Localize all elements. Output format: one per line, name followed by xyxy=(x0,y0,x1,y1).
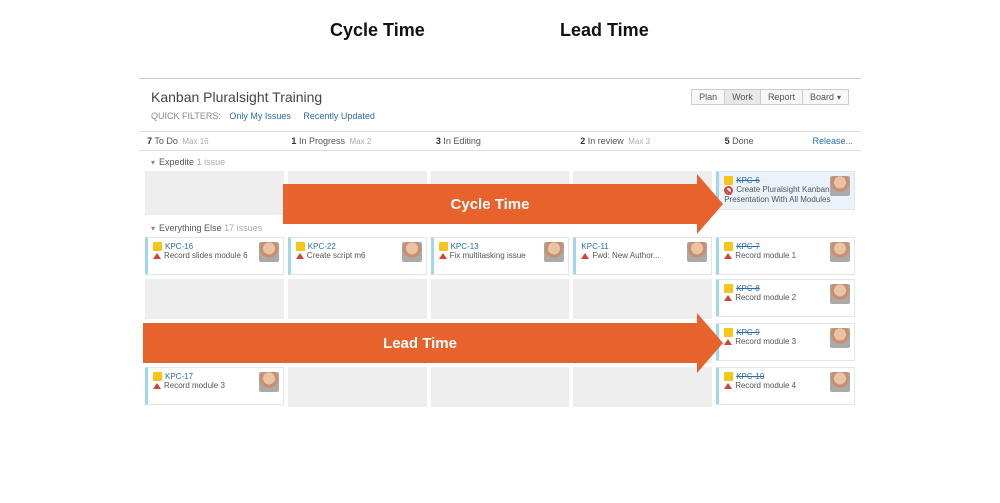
blocked-icon xyxy=(724,186,733,195)
priority-icon xyxy=(153,253,161,259)
priority-icon xyxy=(724,253,732,259)
issue-summary: Record module 2 xyxy=(735,293,796,302)
issue-summary: Create Pluralsight Kanban Presentation W… xyxy=(724,185,830,204)
story-icon xyxy=(296,242,305,251)
issue-summary: Create script m6 xyxy=(307,251,366,260)
card-kpc-7[interactable]: KPC-7 Record module 1 xyxy=(716,237,855,275)
avatar xyxy=(259,372,279,392)
avatar xyxy=(830,372,850,392)
avatar xyxy=(830,242,850,262)
story-icon xyxy=(724,284,733,293)
collapse-icon: ▾ xyxy=(151,224,155,233)
issue-key: KPC-9 xyxy=(736,328,760,337)
arrow-label: Cycle Time xyxy=(451,196,530,213)
avatar xyxy=(830,328,850,348)
issue-summary: Record module 1 xyxy=(735,251,796,260)
arrow-head-icon xyxy=(697,174,723,234)
label-lead-time: Lead Time xyxy=(560,20,649,41)
empty-slot xyxy=(573,367,712,407)
empty-slot xyxy=(431,367,570,407)
quick-filters: QUICK FILTERS: Only My Issues Recently U… xyxy=(151,111,849,121)
story-icon xyxy=(724,176,733,185)
card-kpc-16[interactable]: KPC-16 Record slides module 6 xyxy=(145,237,284,275)
priority-icon xyxy=(296,253,304,259)
avatar xyxy=(259,242,279,262)
issue-summary: Fix multitasking issue xyxy=(450,251,526,260)
report-button[interactable]: Report xyxy=(761,89,803,105)
story-icon xyxy=(724,242,733,251)
column-headers: 7 To Do Max 16 1 In Progress Max 2 3 In … xyxy=(139,131,861,151)
view-switcher: Plan Work Report Board▾ xyxy=(691,89,849,105)
card-kpc-9[interactable]: KPC-9 Record module 3 xyxy=(716,323,855,361)
story-icon xyxy=(153,372,162,381)
swimlane-expedite[interactable]: ▾Expedite 1 issue xyxy=(139,151,861,169)
col-done: 5 Done Release... xyxy=(717,132,861,150)
issue-key: KPC-17 xyxy=(165,372,193,381)
priority-icon xyxy=(724,339,732,345)
col-editing: 3 In Editing xyxy=(428,132,572,150)
priority-icon xyxy=(724,295,732,301)
priority-icon xyxy=(581,253,589,259)
story-icon xyxy=(724,372,733,381)
avatar xyxy=(544,242,564,262)
jira-board: Plan Work Report Board▾ Kanban Pluralsig… xyxy=(139,78,861,488)
issue-summary: Record module 4 xyxy=(735,381,796,390)
quick-filters-label: QUICK FILTERS: xyxy=(151,111,221,121)
board-dropdown[interactable]: Board▾ xyxy=(803,89,849,105)
release-link[interactable]: Release... xyxy=(813,136,854,146)
chevron-down-icon: ▾ xyxy=(837,93,841,102)
issue-key: KPC-16 xyxy=(165,242,193,251)
cycle-time-arrow: Cycle Time xyxy=(283,184,697,224)
story-icon xyxy=(724,328,733,337)
filter-only-mine[interactable]: Only My Issues xyxy=(229,111,291,121)
issue-key: KPC-13 xyxy=(451,242,479,251)
card-kpc-22[interactable]: KPC-22 Create script m6 xyxy=(288,237,427,275)
lead-time-arrow: Lead Time xyxy=(143,323,697,363)
issue-key: KPC-7 xyxy=(736,242,760,251)
lane-row-2: KPC-8 Record module 2 xyxy=(139,277,861,321)
issue-summary: Record module 3 xyxy=(735,337,796,346)
issue-key: KPC-8 xyxy=(736,284,760,293)
priority-icon xyxy=(153,383,161,389)
empty-slot xyxy=(573,279,712,319)
empty-slot xyxy=(431,279,570,319)
priority-icon xyxy=(439,253,447,259)
card-kpc-11[interactable]: KPC-11 Fwd: New Author... xyxy=(573,237,712,275)
col-todo: 7 To Do Max 16 xyxy=(139,132,283,150)
empty-slot xyxy=(145,171,284,215)
story-icon xyxy=(153,242,162,251)
card-kpc-10[interactable]: KPC-10 Record module 4 xyxy=(716,367,855,405)
arrow-head-icon xyxy=(697,313,723,373)
col-inprogress: 1 In Progress Max 2 xyxy=(283,132,427,150)
work-button[interactable]: Work xyxy=(725,89,761,105)
plan-button[interactable]: Plan xyxy=(691,89,725,105)
collapse-icon: ▾ xyxy=(151,158,155,167)
lane-row-1: KPC-16 Record slides module 6 KPC-22 Cre… xyxy=(139,235,861,277)
issue-key: KPC-22 xyxy=(308,242,336,251)
avatar xyxy=(830,176,850,196)
story-icon xyxy=(439,242,448,251)
avatar xyxy=(402,242,422,262)
issue-summary: Fwd: New Author... xyxy=(592,251,659,260)
priority-icon xyxy=(724,383,732,389)
issue-summary: Record slides module 6 xyxy=(164,251,248,260)
arrow-label: Lead Time xyxy=(383,335,457,352)
card-kpc-8[interactable]: KPC-8 Record module 2 xyxy=(716,279,855,317)
empty-slot xyxy=(288,367,427,407)
issue-summary: Record module 3 xyxy=(164,381,225,390)
card-kpc-17[interactable]: KPC-17 Record module 3 xyxy=(145,367,284,405)
issue-key: KPC-11 xyxy=(581,242,608,251)
filter-recently-updated[interactable]: Recently Updated xyxy=(303,111,375,121)
card-kpc-6[interactable]: KPC-6 Create Pluralsight Kanban Presenta… xyxy=(716,171,855,210)
label-cycle-time: Cycle Time xyxy=(330,20,425,41)
empty-slot xyxy=(288,279,427,319)
avatar xyxy=(830,284,850,304)
empty-slot xyxy=(145,279,284,319)
issue-key: KPC-10 xyxy=(736,372,764,381)
lane-row-4: KPC-17 Record module 3 KPC-10 Record mod… xyxy=(139,365,861,409)
card-kpc-13[interactable]: KPC-13 Fix multitasking issue xyxy=(431,237,570,275)
issue-key: KPC-6 xyxy=(736,176,760,185)
avatar xyxy=(687,242,707,262)
col-review: 2 In review Max 3 xyxy=(572,132,716,150)
